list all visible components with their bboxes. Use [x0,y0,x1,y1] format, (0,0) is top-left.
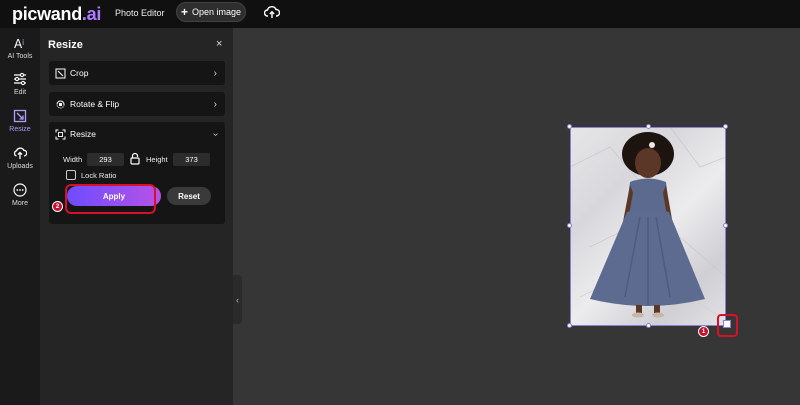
panel-title: Resize [48,39,83,51]
resize-handle-top[interactable] [646,124,651,129]
chevron-down-icon: › [209,132,221,136]
nav-ai-tools[interactable]: A i AI Tools [0,32,40,66]
collapse-panel-handle[interactable]: ‹ [233,275,242,324]
width-label: Width [63,155,83,164]
crop-label: Crop [70,68,89,78]
rotate-flip-section[interactable]: Rotate & Flip › [49,92,225,116]
step-badge-1: 1 [698,326,709,337]
close-icon[interactable]: × [216,38,222,50]
chevron-left-icon: ‹ [236,294,239,305]
nav-edit-label: Edit [13,89,27,96]
apply-highlight-box [65,184,156,214]
height-label: Height [146,155,168,164]
crop-icon [55,68,66,78]
left-nav: A i AI Tools Edit Resize Uploads More [0,28,40,405]
nav-edit[interactable]: Edit [0,68,40,102]
nav-more-label: More [12,200,28,207]
open-image-button[interactable]: + Open image [176,2,246,22]
ai-tools-icon: A i [14,37,24,50]
logo[interactable]: picwand.ai [12,4,101,25]
plus-icon: + [180,5,188,19]
resize-section-header[interactable]: Resize › [49,122,225,146]
height-input[interactable]: 373 [173,153,210,166]
lock-ratio-label: Lock Ratio [81,171,117,180]
resize-panel: Resize × Crop › Rotate & Flip › Resize ›… [40,28,233,405]
width-input[interactable]: 293 [87,153,124,166]
lock-ratio-checkbox[interactable] [66,170,76,180]
nav-more[interactable]: More [0,179,40,213]
rotate-icon [56,100,65,108]
cloud-upload-icon[interactable] [264,5,280,19]
selection-border [570,127,726,326]
resize-handle-top-right[interactable] [723,124,728,129]
chevron-right-icon: › [213,67,217,79]
nav-resize[interactable]: Resize [0,105,40,139]
resize-icon [13,109,27,123]
sliders-icon [14,72,26,86]
svg-text:i: i [22,38,24,47]
more-icon [13,183,27,197]
crop-section[interactable]: Crop › [49,61,225,85]
resize-handle-bottom-left[interactable] [567,323,572,328]
open-image-label: Open image [191,7,242,17]
step-badge-2: 2 [52,201,63,212]
resize-handle-bottom[interactable] [646,323,651,328]
top-bar: picwand.ai Photo Editor + Open image [0,0,800,28]
nav-uploads-label: Uploads [7,163,33,170]
resize-handle-top-left[interactable] [567,124,572,129]
corner-highlight-box [717,314,738,337]
lock-icon[interactable] [130,152,140,165]
rotate-flip-label: Rotate & Flip [70,99,120,109]
resize-handle-left[interactable] [567,223,572,228]
resize-frame-icon [55,129,66,139]
photo-editor-menu[interactable]: Photo Editor [115,8,165,18]
reset-button[interactable]: Reset [167,187,211,205]
nav-uploads[interactable]: Uploads [0,142,40,176]
nav-ai-tools-label: AI Tools [7,53,33,60]
nav-resize-label: Resize [9,126,31,133]
resize-handle-right[interactable] [723,223,728,228]
resize-label: Resize [70,129,96,139]
chevron-right-icon: › [213,98,217,110]
cloud-upload-icon [13,147,27,159]
